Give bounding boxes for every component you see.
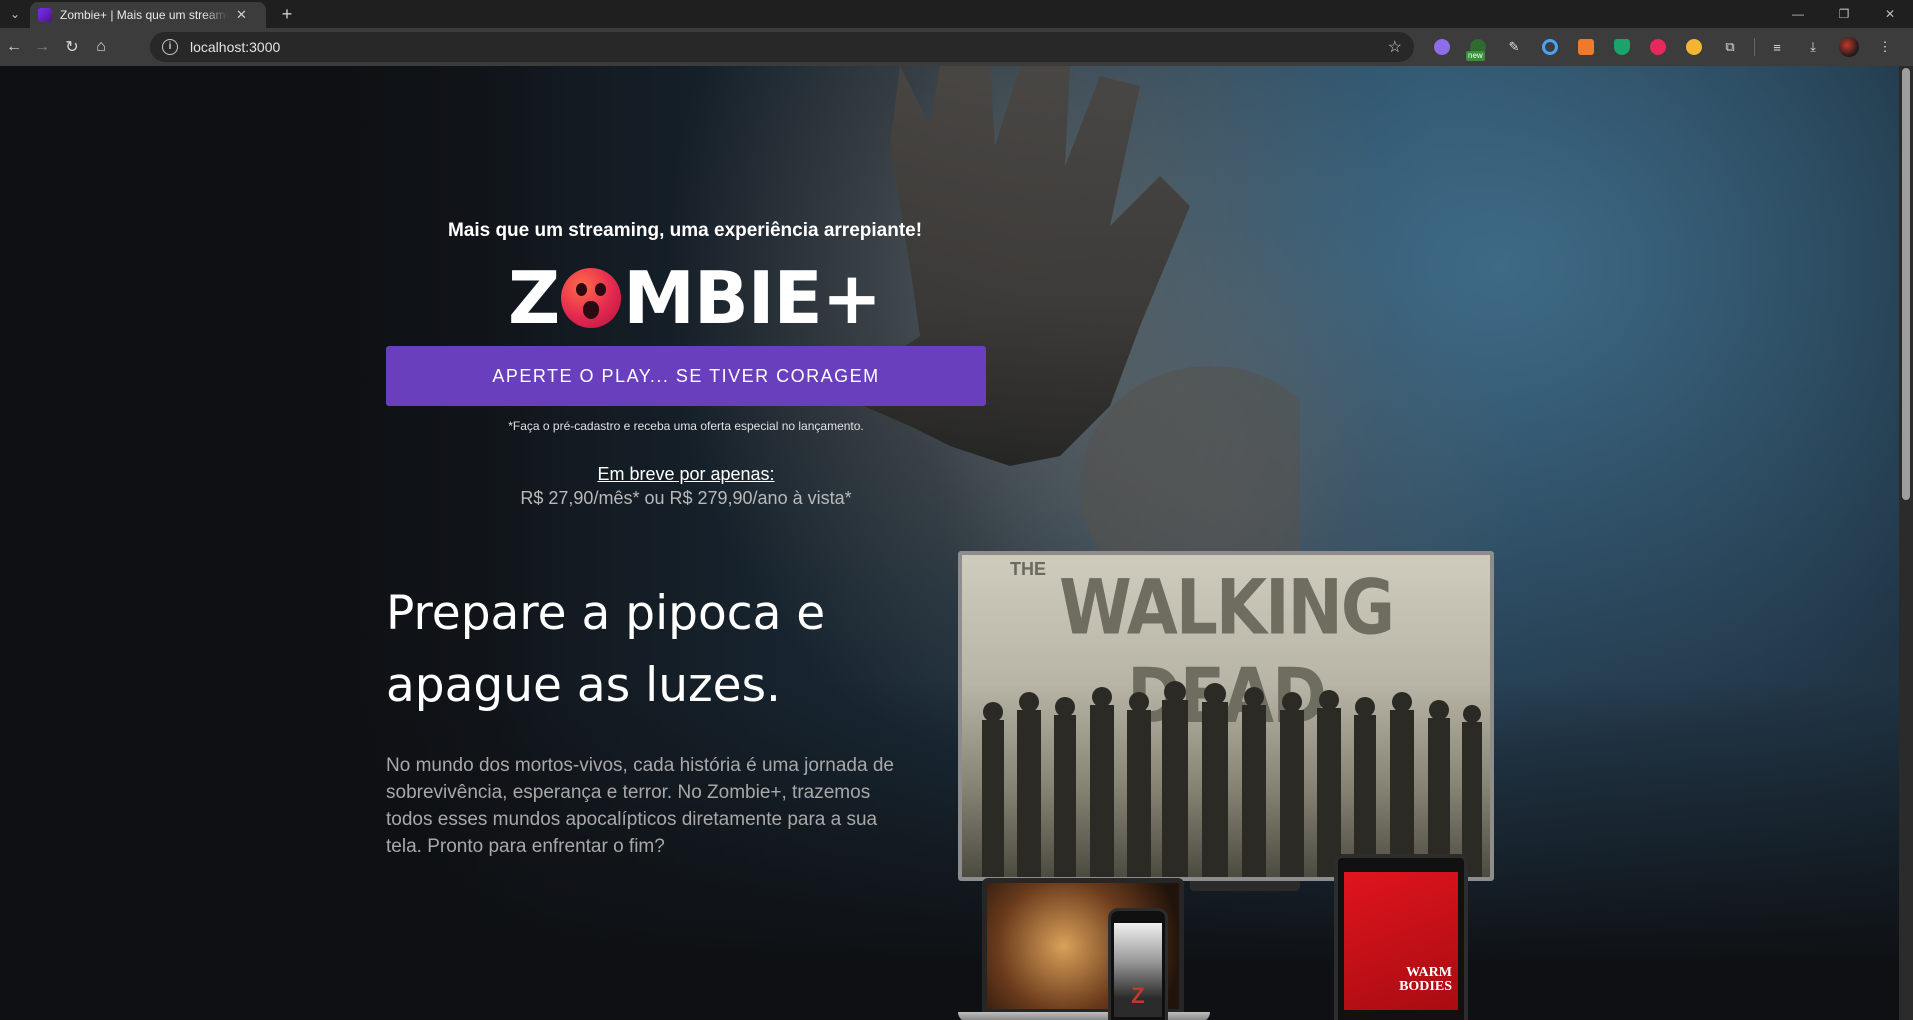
logo-rest: MBIE+ <box>623 256 882 340</box>
tv-stand <box>1190 881 1300 891</box>
tab-title: Zombie+ | Mais que um streaming, uma exp… <box>60 8 228 22</box>
toolbar-separator <box>1754 38 1755 56</box>
logo-letter-z: Z <box>508 256 560 340</box>
minimize-icon[interactable]: — <box>1775 0 1821 28</box>
coming-soon-label: Em breve por apenas: <box>597 464 775 484</box>
tv-mockup: THE WALKING DEAD <box>958 551 1494 881</box>
tablet-mockup: WARM BODIES <box>1334 854 1468 1020</box>
laptop-base <box>958 1012 1210 1020</box>
page-viewport: Mais que um streaming, uma experiência a… <box>0 66 1913 1020</box>
phone-screen: Z <box>1114 923 1162 1017</box>
tablet-poster-title: WARM BODIES <box>1399 965 1452 994</box>
window-controls: — ❐ ✕ <box>1775 0 1913 28</box>
menu-kebab-icon[interactable]: ⋮ <box>1873 35 1897 59</box>
download-icon[interactable]: ⤓ <box>1801 35 1825 59</box>
section-headline: Prepare a pipoca e apague as luzes. <box>386 586 826 713</box>
browser-toolbar: ← → ↻ ⌂ i localhost:3000 ☆ new ✎ ⧉ ≡ ⤓ ⋮ <box>0 28 1913 66</box>
phone-poster-title: Z <box>1131 983 1145 1008</box>
new-badge: new <box>1466 51 1485 61</box>
cta-note: *Faça o pré-cadastro e receba uma oferta… <box>508 419 864 433</box>
address-bar[interactable]: i localhost:3000 ☆ <box>150 32 1414 62</box>
reading-list-icon[interactable]: ≡ <box>1765 35 1789 59</box>
orange-ext-icon[interactable] <box>1574 35 1598 59</box>
screaming-face-icon <box>561 268 622 328</box>
back-icon[interactable]: ← <box>2 35 26 59</box>
zombie-plus-logo[interactable]: Z MBIE+ <box>508 256 882 340</box>
tab-strip: ⌄ Zombie+ | Mais que um streaming, uma e… <box>0 0 1913 28</box>
close-window-icon[interactable]: ✕ <box>1867 0 1913 28</box>
yellow-ext-icon[interactable] <box>1682 35 1706 59</box>
bottom-shade <box>0 680 1913 1020</box>
restore-icon[interactable]: ❐ <box>1821 0 1867 28</box>
cast-silhouettes-image <box>982 681 1482 877</box>
tablet-screen: WARM BODIES <box>1344 872 1458 1010</box>
phone-mockup: Z <box>1108 908 1168 1020</box>
shield-ext-icon[interactable] <box>1610 35 1634 59</box>
close-tab-icon[interactable]: ✕ <box>236 7 247 23</box>
tv-screen: THE WALKING DEAD <box>962 555 1490 877</box>
bookmark-star-icon[interactable]: ☆ <box>1388 37 1402 57</box>
extensions-puzzle-icon[interactable]: ⧉ <box>1718 35 1742 59</box>
forward-icon[interactable]: → <box>30 35 54 59</box>
profile-avatar[interactable] <box>1837 35 1861 59</box>
ring-ext-icon[interactable] <box>1538 35 1562 59</box>
new-badge-ext-icon[interactable]: new <box>1466 35 1490 61</box>
tab-active[interactable]: Zombie+ | Mais que um streaming, uma exp… <box>30 2 266 28</box>
url-text[interactable]: localhost:3000 <box>190 39 1388 55</box>
zombie-favicon-icon <box>38 8 52 22</box>
page-scrollbar[interactable] <box>1899 66 1913 1020</box>
reload-icon[interactable]: ↻ <box>60 35 84 59</box>
pink-ext-icon[interactable] <box>1646 35 1670 59</box>
play-cta-button[interactable]: APERTE O PLAY... SE TIVER CORAGEM <box>386 346 986 406</box>
hero-tagline: Mais que um streaming, uma experiência a… <box>447 220 923 241</box>
new-tab-icon[interactable]: + <box>276 3 298 25</box>
home-icon[interactable]: ⌂ <box>89 35 113 59</box>
extensions-row: new ✎ ⧉ ≡ ⤓ ⋮ <box>1430 35 1909 61</box>
price-text: R$ 27,90/mês* ou R$ 279,90/ano à vista* <box>520 488 852 508</box>
site-info-icon[interactable]: i <box>162 39 178 55</box>
eyedropper-icon[interactable]: ✎ <box>1502 35 1526 59</box>
section-body: No mundo dos mortos-vivos, cada história… <box>386 755 894 857</box>
tab-search-icon[interactable]: ⌄ <box>4 4 26 24</box>
puzzle-color-icon[interactable] <box>1430 35 1454 59</box>
scrollbar-thumb[interactable] <box>1902 68 1910 500</box>
